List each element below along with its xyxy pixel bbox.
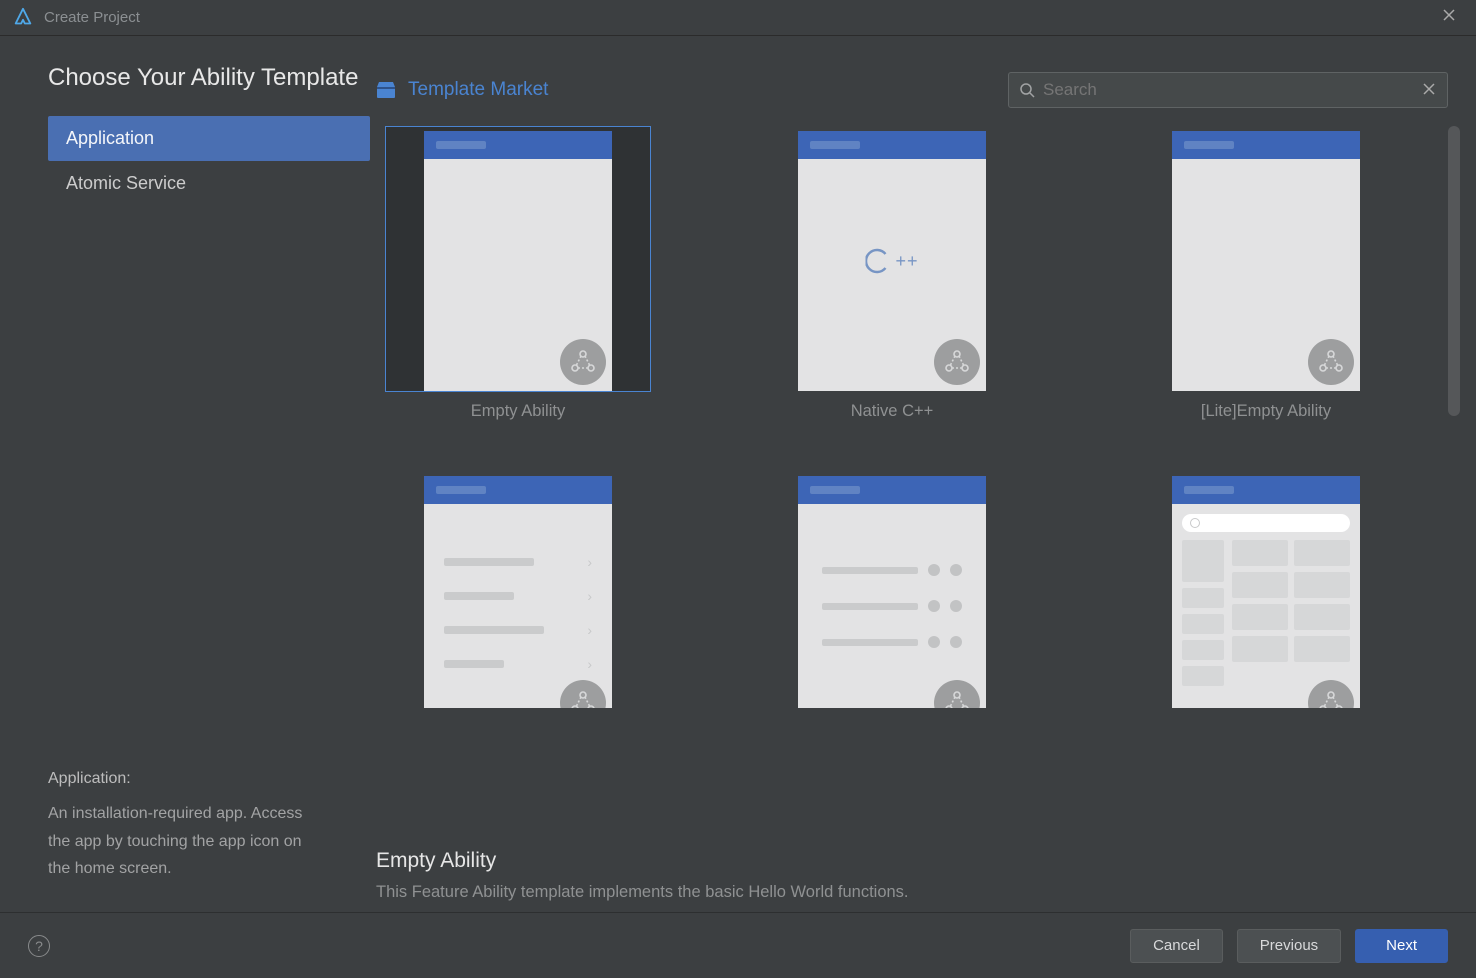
cancel-button[interactable]: Cancel [1130,929,1223,963]
footer: ? Cancel Previous Next [0,912,1476,978]
template-empty-ability[interactable]: Empty Ability [376,126,660,421]
search-input[interactable] [1043,80,1421,100]
template-thumbnail [759,457,1025,723]
search-box[interactable] [1008,72,1448,108]
distributed-badge-icon [560,339,606,385]
template-grid: Empty Ability ++ [370,126,1448,829]
cpp-icon: ++ [865,248,918,274]
main-panel: Template Market [370,36,1476,912]
cancel-label: Cancel [1153,937,1200,954]
template-label: Native C++ [851,402,934,421]
title-bar: Create Project [0,0,1476,36]
app-logo-icon [12,7,34,29]
template-market-label: Template Market [408,79,548,101]
template-list[interactable]: › › › › [376,457,660,723]
template-thumbnail: › › › › [385,457,651,723]
scrollbar[interactable] [1448,126,1460,829]
template-thumbnail: ++ [759,126,1025,392]
distributed-badge-icon [934,339,980,385]
template-native-cpp[interactable]: ++ Native C++ [750,126,1034,421]
category-desc-title: Application: [48,770,370,788]
selected-template-description: This Feature Ability template implements… [376,883,1436,902]
category-desc-body: An installation-required app. Access the… [48,800,370,882]
template-lite-empty-ability[interactable]: [Lite]Empty Ability [1124,126,1408,421]
window-title: Create Project [44,9,1434,26]
template-category[interactable] [750,457,1034,723]
next-label: Next [1386,937,1417,954]
template-label: [Lite]Empty Ability [1201,402,1331,421]
previous-button[interactable]: Previous [1237,929,1341,963]
template-thumbnail [385,126,651,392]
template-thumbnail [1133,126,1399,392]
previous-label: Previous [1260,937,1318,954]
template-market-link[interactable]: Template Market [376,79,548,101]
selected-template-title: Empty Ability [376,849,1436,873]
sidebar: Choose Your Ability Template Application… [0,36,370,912]
template-thumbnail [1133,457,1399,723]
market-icon [376,81,396,99]
clear-search-icon[interactable] [1421,82,1437,99]
close-icon[interactable] [1434,4,1464,31]
scrollbar-thumb[interactable] [1448,126,1460,416]
category-label: Atomic Service [66,173,186,193]
selection-description: Empty Ability This Feature Ability templ… [370,829,1476,912]
category-application[interactable]: Application [48,116,370,161]
help-icon[interactable]: ? [28,935,50,957]
category-label: Application [66,128,154,148]
next-button[interactable]: Next [1355,929,1448,963]
page-heading: Choose Your Ability Template [48,64,370,92]
category-atomic-service[interactable]: Atomic Service [48,161,370,206]
template-search-grid[interactable] [1124,457,1408,723]
template-label: Empty Ability [471,402,565,421]
search-icon [1019,82,1035,98]
distributed-badge-icon [1308,339,1354,385]
